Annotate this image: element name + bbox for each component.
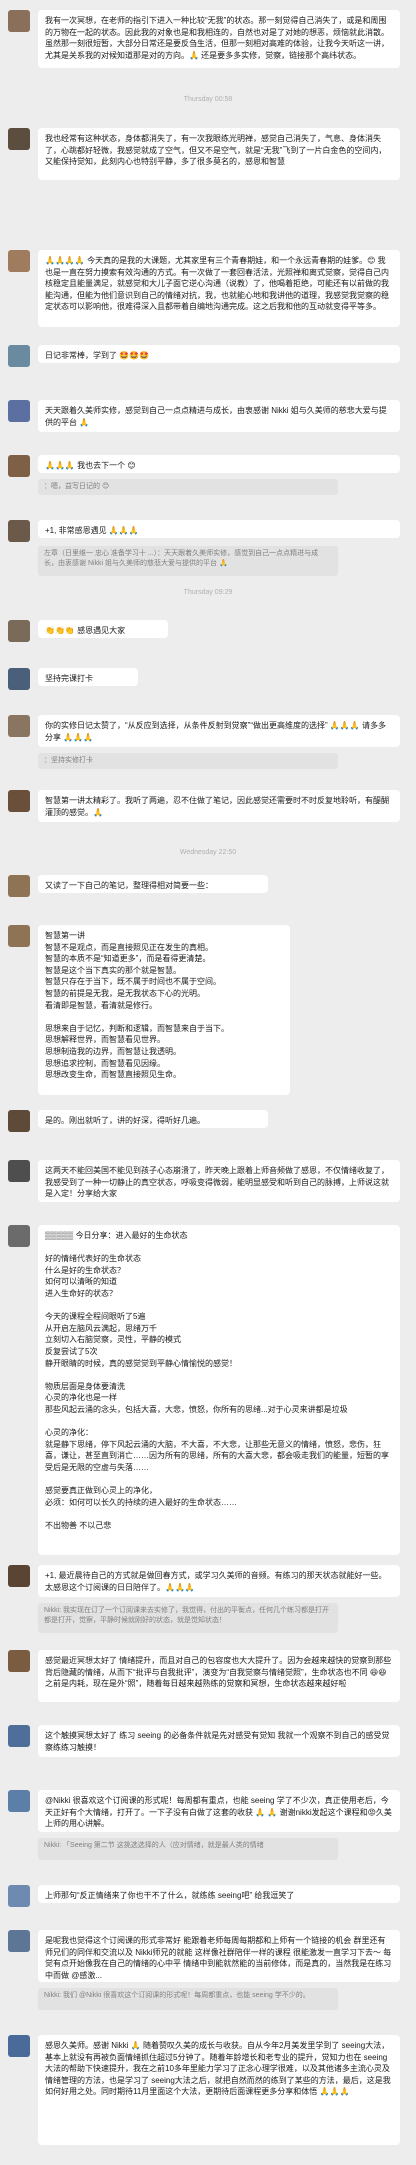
message-bubble: 天天跟着久美师实修，感觉到自己一点点精进与成长，由衷感谢 Nikki 姐与久美师… — [38, 400, 400, 432]
message-bubble: 智慧第一讲 智慧不是观点，而是直接照见正在发生的真相。 智慧的本质不是“知道更多… — [38, 925, 290, 1095]
avatar[interactable] — [8, 345, 30, 367]
timestamp-text: Thursday 09:29 — [183, 589, 233, 596]
quoted-reply[interactable]: ：嗯，益写日记的 😊 — [38, 479, 338, 495]
avatar[interactable] — [8, 1725, 30, 1747]
avatar[interactable] — [8, 1650, 30, 1672]
avatar[interactable] — [8, 520, 30, 542]
avatar[interactable] — [8, 128, 30, 150]
message-bubble: 这两天不能回美国不能见到孩子心态崩溃了，昨天晚上跟着上师音频做了感恩，不仅情绪收… — [38, 1160, 400, 1202]
avatar[interactable] — [8, 620, 30, 642]
avatar[interactable] — [8, 1565, 30, 1587]
message-bubble: 我有一次冥想，在老师的指引下进入一种比较“无我”的状态。那一刻觉得自己消失了，或… — [38, 10, 400, 68]
avatar[interactable] — [8, 1110, 30, 1132]
quoted-reply[interactable]: Nikki: 「Seeing 第二节 这挑选选择的人（应对情绪，就是最人类的情绪 — [38, 1838, 338, 1860]
avatar[interactable] — [8, 1930, 30, 1952]
quoted-reply[interactable]: ：坚持实修打卡 — [38, 753, 338, 769]
message-bubble: +1, 最近晨待自己的方式就是做回春方式，或学习久美师的音频。有练习的那天状态就… — [38, 1565, 400, 1597]
avatar[interactable] — [8, 875, 30, 897]
message-bubble: 我也经常有这种状态，身体都消失了，有一次我眼练光明禅，感觉自己消失了，气息、身体… — [38, 128, 400, 180]
timestamp: Thursday 00:58 — [0, 95, 416, 105]
avatar[interactable] — [8, 400, 30, 422]
avatar[interactable] — [8, 715, 30, 737]
message-bubble: 感恩久美师。感谢 Nikki 🙏 随着赞叹久美的成长与收获。自从今年2月美发里学… — [38, 2035, 400, 2145]
message-bubble: 你的实修日记太赞了，“从反应到选择，从条件反射到觉察”“做出更高维度的选择” 🙏… — [38, 715, 400, 747]
avatar[interactable] — [8, 1225, 30, 1247]
message-bubble: 是呢我也觉得这个订阅课的形式非常好 能跟着老师每周每期都和上师有一个链接的机会 … — [38, 1930, 400, 1982]
message-bubble: 这个触摸冥想太好了 练习 seeing 的必备条件就是先对感受有觉知 我就一个观… — [38, 1725, 400, 1757]
timestamp-text: Wednesday 22:50 — [179, 849, 237, 856]
avatar[interactable] — [8, 250, 30, 272]
avatar[interactable] — [8, 2035, 30, 2057]
message-bubble: 又读了一下自己的笔记，整理得相对简要一些： — [38, 875, 268, 893]
quoted-reply[interactable]: Nikki: 我们 @Nikki 很喜欢这个订阅课的形式呢！每周都重点，也能 s… — [38, 1988, 338, 2010]
avatar[interactable] — [8, 668, 30, 690]
avatar[interactable] — [8, 1160, 30, 1182]
avatar[interactable] — [8, 455, 30, 477]
avatar[interactable] — [8, 10, 30, 32]
message-bubble: @Nikki 很喜欢这个订阅课的形式呢！每周都有重点，也能 seeing 学了不… — [38, 1790, 400, 1832]
message-bubble: 🙏🙏🙏🙏 今天真的是我的大课题，尤其家里有三个青春期娃，和一个永远青春期的娃爹。… — [38, 250, 400, 327]
message-bubble: +1, 非常感恩遇见 🙏🙏🙏 — [38, 520, 400, 538]
message-bubble: 是的。刚出就听了，讲的好深，得听好几遍。 — [38, 1110, 268, 1128]
message-bubble: 🙏🙏🙏 我也去下一个 😊 — [38, 455, 400, 473]
avatar[interactable] — [8, 1790, 30, 1812]
message-bubble: 感觉最近冥想太好了 情绪提升，而且对自己的包容度也大大提升了。因为会越来越快的觉… — [38, 1650, 400, 1702]
quoted-reply[interactable]: Nikki: 我实现在订了一个订阅课来去实修了，我觉得，付出的平衡点，任何几个练… — [38, 1603, 338, 1633]
timestamp: Wednesday 22:50 — [0, 848, 416, 858]
timestamp-text: Thursday 00:58 — [183, 96, 233, 103]
message-bubble: 上师那句“反正情绪来了你也干不了什么，就练练 seeing吧” 给我逗笑了 — [38, 1885, 400, 1903]
timestamp: Thursday 09:29 — [0, 588, 416, 598]
message-bubble: 日记非常棒，学到了 🤩🤩🤩 — [38, 345, 400, 363]
message-bubble: 坚持完课打卡 — [38, 668, 138, 686]
quoted-reply[interactable]: 左章（日里维一 忠心 准备学习十 ...）：天天跟着久美师实修，感觉到自己一点点… — [38, 546, 338, 576]
avatar[interactable] — [8, 925, 30, 947]
message-bubble: 👏👏👏 感恩遇见大家 — [38, 620, 168, 638]
avatar[interactable] — [8, 1885, 30, 1907]
message-bubble: ▒▒▒▒▒ 今日分享：进入最好的生命状态 好的情绪代表好的生命状态 什么是好的生… — [38, 1225, 400, 1555]
avatar[interactable] — [8, 790, 30, 812]
message-bubble: 智慧第一讲太精彩了。我听了两遍，忍不住做了笔记，因此感觉还需要时不时反复地聆听，… — [38, 790, 400, 822]
